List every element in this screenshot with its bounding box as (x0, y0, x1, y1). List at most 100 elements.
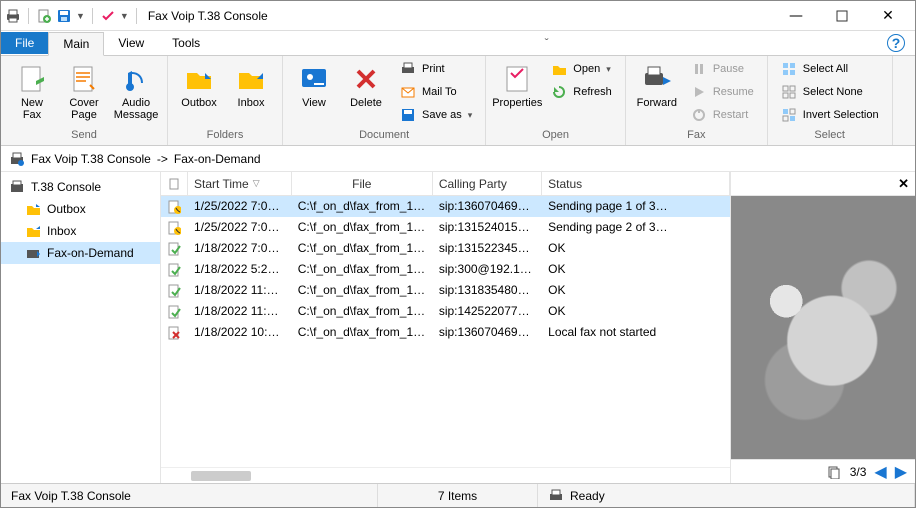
nav-tree: T.38 Console Outbox Inbox Fax-on-Demand (1, 172, 161, 483)
table-row[interactable]: 1/25/2022 7:00:…C:\f_on_d\fax_from_103.t… (161, 217, 730, 238)
group-send-label: Send (7, 129, 161, 143)
cover-page-button[interactable]: Cover Page (59, 58, 109, 126)
printer-status-icon (548, 488, 564, 504)
tab-tools[interactable]: Tools (158, 32, 214, 54)
cell-status: OK (542, 259, 730, 280)
cell-start-time: 1/18/2022 5:25:… (188, 259, 292, 280)
cell-start-time: 1/25/2022 7:02:… (188, 196, 292, 217)
properties-icon (501, 63, 533, 95)
restart-button[interactable]: Restart (684, 104, 761, 126)
preview-image (731, 196, 915, 459)
maximize-button[interactable] (819, 1, 865, 30)
pause-button[interactable]: Pause (684, 58, 761, 80)
close-button[interactable]: ✕ (865, 1, 911, 30)
next-page-button[interactable]: ▶ (895, 462, 907, 482)
resume-button[interactable]: Resume (684, 81, 761, 103)
print-button[interactable]: Print (393, 58, 479, 80)
delete-icon (350, 63, 382, 95)
breadcrumb-leaf[interactable]: Fax-on-Demand (174, 152, 261, 166)
cell-file: C:\f_on_d\fax_from_103.tif (292, 217, 433, 238)
outbox-folder-icon (183, 63, 215, 95)
fod-icon (25, 245, 41, 261)
tab-main[interactable]: Main (48, 32, 104, 56)
table-row[interactable]: 1/18/2022 5:25:…C:\f_on_d\fax_from_102.t… (161, 259, 730, 280)
outbox-button[interactable]: Outbox (174, 58, 224, 114)
copy-icon[interactable] (826, 464, 842, 480)
col-status[interactable]: Status (542, 172, 730, 195)
select-none-icon (781, 84, 797, 100)
print-icon (400, 61, 416, 77)
tree-root[interactable]: T.38 Console (1, 176, 160, 198)
cell-status: Sending page 1 of 3… (542, 196, 730, 217)
help-button[interactable]: ? (887, 34, 905, 52)
preview-close-button[interactable]: ✕ (898, 176, 909, 192)
row-status-icon (161, 217, 188, 238)
row-status-icon (161, 280, 188, 301)
col-calling-party[interactable]: Calling Party (433, 172, 542, 195)
cell-calling-party: sip:300@192.168.1… (433, 259, 542, 280)
cell-status: OK (542, 280, 730, 301)
view-button[interactable]: View (289, 58, 339, 114)
new-fax-button[interactable]: New Fax (7, 58, 57, 126)
new-doc-icon[interactable] (36, 8, 52, 24)
cell-file: C:\f_on_d\fax_from_101.tif (292, 238, 433, 259)
breadcrumb-root[interactable]: Fax Voip T.38 Console (31, 152, 151, 166)
mailto-button[interactable]: Mail To (393, 81, 479, 103)
open-button[interactable]: Open▾ (544, 58, 619, 80)
cell-calling-party: sip:13152401515@… (433, 217, 542, 238)
refresh-button[interactable]: Refresh (544, 81, 619, 103)
sort-desc-icon: ▽ (253, 178, 260, 189)
tree-outbox[interactable]: Outbox (1, 198, 160, 220)
fax-console-icon (9, 151, 25, 167)
horizontal-scrollbar[interactable] (161, 467, 730, 483)
select-all-button[interactable]: Select All (774, 58, 886, 80)
group-fax-label: Fax (632, 129, 761, 143)
cell-file: C:\f_on_d\fax_from_101.tif (292, 322, 433, 343)
refresh-icon (551, 84, 567, 100)
table-row[interactable]: 1/18/2022 10:5…C:\f_on_d\fax_from_101.ti… (161, 322, 730, 343)
row-status-icon (161, 259, 188, 280)
cell-status: OK (542, 301, 730, 322)
cell-file: C:\f_on_d\fax_from_102.tif (292, 280, 433, 301)
save-icon[interactable] (56, 8, 72, 24)
tab-file[interactable]: File (1, 32, 48, 54)
resume-icon (691, 84, 707, 100)
cell-start-time: 1/18/2022 10:5… (188, 322, 292, 343)
col-icon[interactable] (161, 172, 188, 195)
col-file[interactable]: File (292, 172, 433, 195)
invert-selection-button[interactable]: Invert Selection (774, 104, 886, 126)
cell-file: C:\f_on_d\fax_from_102.tif (292, 259, 433, 280)
inbox-button[interactable]: Inbox (226, 58, 276, 114)
table-row[interactable]: 1/18/2022 11:0…C:\f_on_d\fax_from_102.ti… (161, 280, 730, 301)
saveas-button[interactable]: Save as▾ (393, 104, 479, 126)
cell-status: Sending page 2 of 3… (542, 217, 730, 238)
delete-button[interactable]: Delete (341, 58, 391, 114)
cell-calling-party: sip:13607046969@… (433, 322, 542, 343)
table-row[interactable]: 1/25/2022 7:02:…C:\f_on_d\fax_from_103.t… (161, 196, 730, 217)
view-icon (298, 63, 330, 95)
properties-button[interactable]: Properties (492, 58, 542, 114)
tab-view[interactable]: View (104, 32, 158, 54)
page-indicator: 3/3 (850, 465, 867, 479)
preview-pane: ✕ 3/3 ◀ ▶ (730, 172, 915, 483)
invert-icon (781, 107, 797, 123)
group-select-label: Select (774, 129, 886, 143)
row-status-icon (161, 301, 188, 322)
save-dropdown-icon[interactable]: ▼ (76, 11, 85, 21)
forward-button[interactable]: Forward (632, 58, 682, 114)
table-row[interactable]: 1/18/2022 7:07:…C:\f_on_d\fax_from_101.t… (161, 238, 730, 259)
audio-message-button[interactable]: Audio Message (111, 58, 161, 126)
select-none-button[interactable]: Select None (774, 81, 886, 103)
collapse-ribbon-icon[interactable]: ˇ (545, 36, 549, 50)
minimize-button[interactable]: — (773, 1, 819, 30)
col-start-time[interactable]: Start Time▽ (188, 172, 292, 195)
prev-page-button[interactable]: ◀ (874, 462, 886, 482)
tick-icon[interactable] (100, 8, 116, 24)
table-row[interactable]: 1/18/2022 11:0…C:\f_on_d\fax_from_101.ti… (161, 301, 730, 322)
printer-icon[interactable] (5, 8, 21, 24)
tree-fax-on-demand[interactable]: Fax-on-Demand (1, 242, 160, 264)
qat-dropdown-icon[interactable]: ▼ (120, 11, 129, 21)
forward-icon (641, 63, 673, 95)
status-items: 7 Items (378, 484, 538, 507)
tree-inbox[interactable]: Inbox (1, 220, 160, 242)
